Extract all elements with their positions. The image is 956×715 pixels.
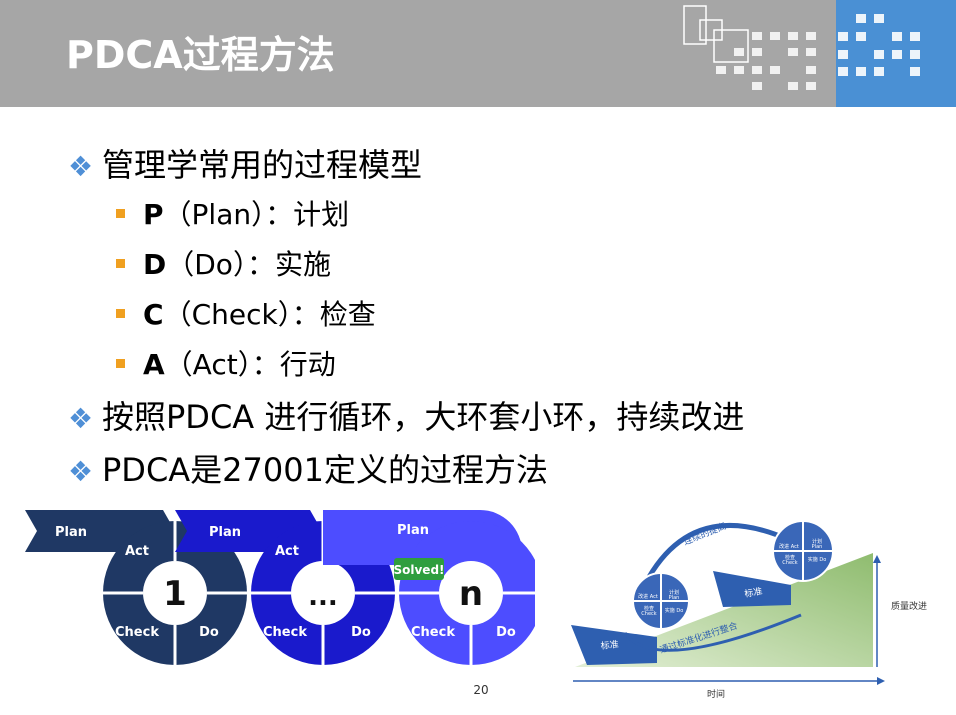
square-bullet-icon xyxy=(116,308,125,318)
sub-bullet-key: A xyxy=(143,348,165,381)
diamond-bullet-icon: ❖ xyxy=(68,150,94,183)
wheel-large-do: 实施 Do xyxy=(808,556,827,563)
sub-bullet-key: D xyxy=(143,248,167,281)
plan-label-1: Plan xyxy=(55,525,87,540)
bullet-text: 管理学常用的过程模型 xyxy=(102,146,423,184)
act-label-2: Act xyxy=(275,544,299,559)
bullet-text: PDCA是27001定义的过程方法 xyxy=(102,451,548,489)
x-axis-arrowhead xyxy=(877,677,885,685)
sub-bullet-item: D（Do）：实施 xyxy=(116,243,331,283)
continuous-improvement-diagram: 改进 Act 计划 Plan 检查 Check 实施 Do 改进 Act 计划 … xyxy=(571,520,927,700)
sub-bullet-text: （Plan）：计划 xyxy=(163,198,350,231)
bullet-item: ❖ PDCA是27001定义的过程方法 xyxy=(68,445,548,491)
wheel-small-act: 改进 Act xyxy=(638,593,658,600)
bullet-item: ❖ 管理学常用的过程模型 xyxy=(68,140,422,186)
wheel-small-check-en: Check xyxy=(641,611,656,617)
check-label-1: Check xyxy=(115,625,159,640)
do-label-n: Do xyxy=(496,625,516,640)
check-label-n: Check xyxy=(411,625,455,640)
header-decoration xyxy=(683,5,920,90)
sub-bullet-item: C（Check）：检查 xyxy=(116,293,376,333)
act-label-1: Act xyxy=(125,544,149,559)
x-axis-label: 时间 xyxy=(707,688,725,700)
square-bullet-icon xyxy=(116,358,125,368)
sub-bullet-text: （Act）：行动 xyxy=(164,348,336,381)
wheel-small-do: 实施 Do xyxy=(665,607,684,614)
sub-bullet-item: P（Plan）：计划 xyxy=(116,193,349,233)
y-axis-label: 质量改进 xyxy=(891,600,927,612)
page-number: 20 xyxy=(473,683,489,697)
plan-label-3: Plan xyxy=(397,523,429,538)
bullet-text: 按照PDCA 进行循环，大环套小环，持续改进 xyxy=(102,398,745,436)
cycle-number-1: 1 xyxy=(163,574,187,614)
sub-bullet-item: A（Act）：行动 xyxy=(116,343,336,383)
pdca-wheel-large xyxy=(772,520,834,582)
wheel-large-act: 改进 Act xyxy=(779,543,799,550)
square-bullet-icon xyxy=(116,258,125,268)
pdca-cycle-chain-diagram: Plan Plan Plan Act Act Check Do Check Do… xyxy=(25,510,535,665)
check-label-2: Check xyxy=(263,625,307,640)
square-bullet-icon xyxy=(116,208,125,218)
do-label-1: Do xyxy=(199,625,219,640)
solved-badge-label: Solved! xyxy=(393,563,444,577)
sub-bullet-key: P xyxy=(143,198,164,231)
cycle-number-n: n xyxy=(459,574,483,614)
sub-bullet-text: （Do）：实施 xyxy=(166,248,331,281)
y-axis-arrowhead xyxy=(873,555,881,563)
slide-title: PDCA过程方法 xyxy=(66,33,335,77)
sub-bullet-key: C xyxy=(143,298,164,331)
bullet-item: ❖ 按照PDCA 进行循环，大环套小环，持续改进 xyxy=(68,392,744,438)
diamond-bullet-icon: ❖ xyxy=(68,455,94,488)
cycle-number-2: ... xyxy=(308,582,338,612)
sub-bullet-text: （Check）：检查 xyxy=(163,298,376,331)
diamond-bullet-icon: ❖ xyxy=(68,402,94,435)
wheel-large-plan-en: Plan xyxy=(812,544,823,550)
wheel-large-check-en: Check xyxy=(782,560,797,566)
pdca-wheel-small xyxy=(632,572,690,630)
plan-label-2: Plan xyxy=(209,525,241,540)
do-label-2: Do xyxy=(351,625,371,640)
wheel-small-plan-en: Plan xyxy=(669,595,680,601)
